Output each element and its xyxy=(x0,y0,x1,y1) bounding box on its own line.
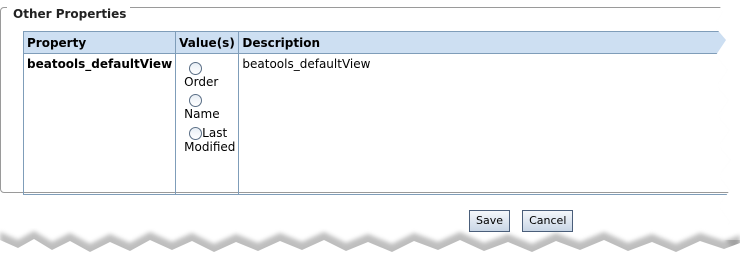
radio-order[interactable] xyxy=(189,62,203,75)
radio-last-modified[interactable] xyxy=(189,127,203,140)
default-view-radio-group: Order Name Last Modified xyxy=(179,62,235,154)
radio-name[interactable] xyxy=(189,94,203,107)
button-bar: Save Cancel xyxy=(469,209,580,232)
radio-label-name: Name xyxy=(184,107,220,121)
radio-label-order: Order xyxy=(184,75,219,89)
header-values: Value(s) xyxy=(175,31,240,54)
option-order[interactable]: Order xyxy=(182,62,235,89)
description-text: beatools_defaultView xyxy=(242,57,371,71)
radio-label-modified: Modified xyxy=(184,140,236,154)
property-cell: beatools_defaultView xyxy=(22,53,177,195)
properties-table: Property Value(s) Description beatools_d… xyxy=(22,31,740,195)
header-property: Property xyxy=(22,31,177,54)
save-button[interactable]: Save xyxy=(469,210,511,232)
cancel-button[interactable]: Cancel xyxy=(522,210,574,232)
values-cell: Order Name Last Modified xyxy=(175,53,240,195)
fieldset-legend: Other Properties xyxy=(7,7,131,21)
radio-label-last: Last xyxy=(202,126,228,140)
table-row: beatools_defaultView Order Name Last Mod… xyxy=(22,53,740,195)
property-name: beatools_defaultView xyxy=(27,57,173,71)
page: Other Properties Property Value(s) Descr… xyxy=(0,0,740,257)
option-last-modified[interactable]: Last Modified xyxy=(182,126,235,154)
option-name[interactable]: Name xyxy=(182,94,235,121)
description-cell: beatools_defaultView xyxy=(238,53,740,195)
table-header-row: Property Value(s) Description xyxy=(22,31,740,54)
header-description: Description xyxy=(238,31,740,54)
